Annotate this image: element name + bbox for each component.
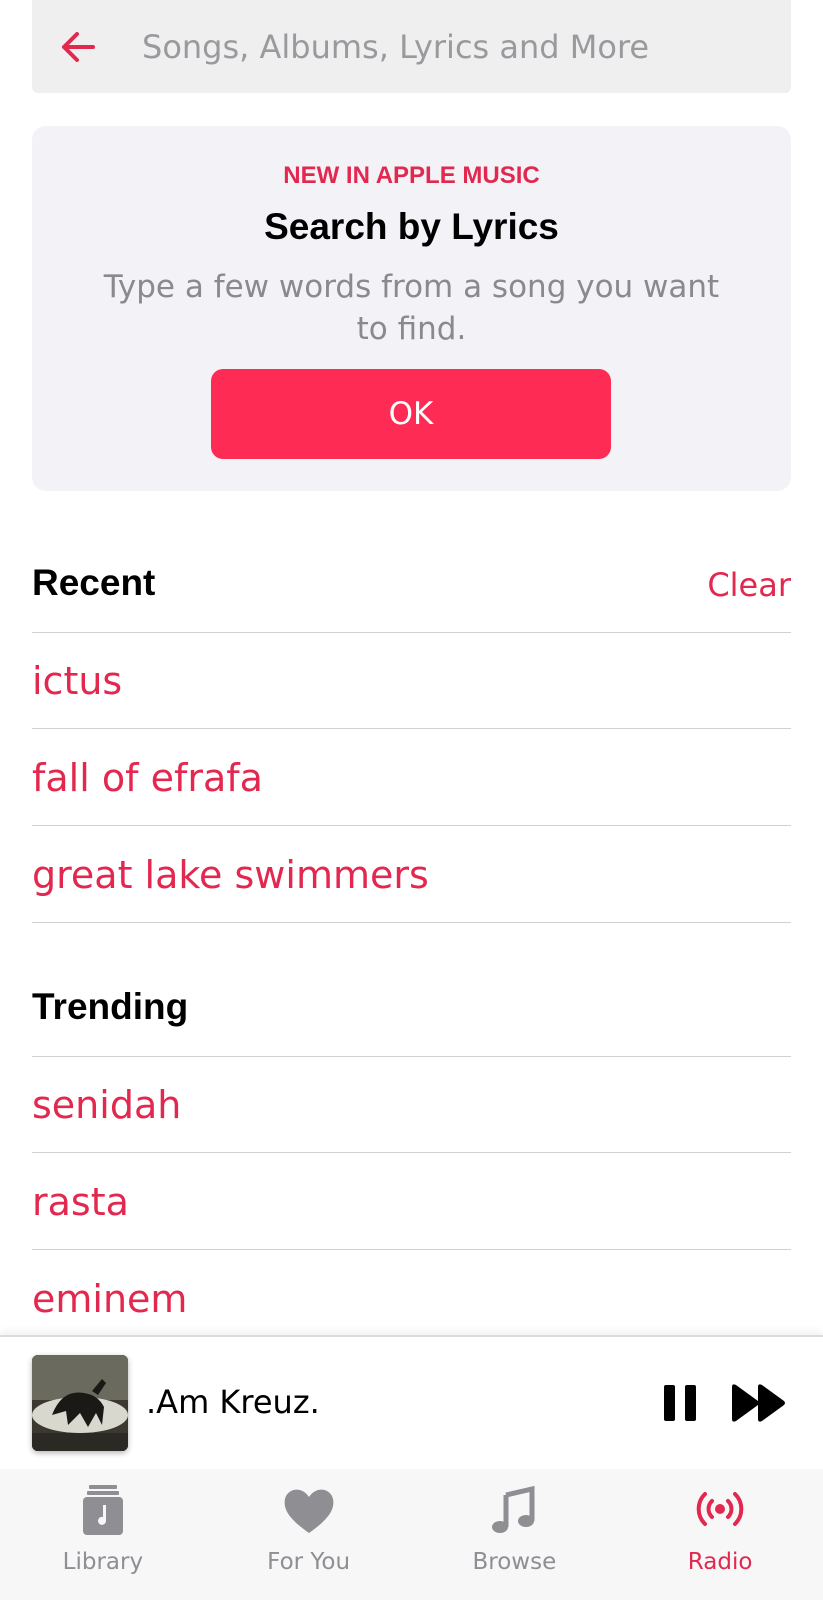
fast-forward-icon [732,1384,785,1422]
mini-player[interactable]: .Am Kreuz. [0,1335,823,1471]
heart-icon [284,1489,333,1533]
pause-button[interactable] [662,1381,698,1425]
tab-label: Library [62,1549,144,1575]
back-arrow-icon [62,31,95,62]
trending-item[interactable]: eminem [32,1251,791,1347]
promo-description: Type a few words from a song you want to… [103,269,720,347]
pause-icon [664,1385,696,1421]
tab-bar: Library For You Browse Radio [0,1469,823,1600]
clear-button[interactable]: Clear [707,566,791,604]
trending-item[interactable]: rasta [32,1154,791,1250]
tab-label: Browse [472,1549,557,1575]
tab-browse[interactable]: Browse [412,1469,618,1600]
search-input[interactable] [142,27,742,66]
tab-radio[interactable]: Radio [617,1469,823,1600]
album-artwork[interactable] [32,1355,128,1451]
promo-title: Search by Lyrics [264,206,559,247]
recent-header: Recent Clear [32,535,791,633]
tab-label: For You [267,1549,351,1575]
ok-button[interactable]: OK [211,369,611,459]
recent-item[interactable]: fall of efrafa [32,730,791,826]
search-bar [32,0,791,93]
next-button[interactable] [730,1381,786,1425]
tab-library[interactable]: Library [0,1469,206,1600]
back-button[interactable] [46,0,110,93]
recent-item[interactable]: ictus [32,633,791,729]
trending-title: Trending [32,986,189,1027]
trending-header: Trending [32,959,791,1057]
recent-title: Recent [32,562,156,603]
music-note-icon [492,1485,535,1533]
lyrics-search-promo-card: NEW IN APPLE MUSIC Search by Lyrics Type… [32,126,791,491]
radio-broadcast-icon [696,1492,744,1526]
now-playing-title[interactable]: .Am Kreuz. [146,1383,320,1421]
promo-eyebrow: NEW IN APPLE MUSIC [283,162,540,189]
library-icon [82,1485,123,1535]
recent-item[interactable]: great lake swimmers [32,827,791,923]
tab-for-you[interactable]: For You [206,1469,412,1600]
trending-item[interactable]: senidah [32,1057,791,1153]
tab-label: Radio [687,1549,753,1575]
